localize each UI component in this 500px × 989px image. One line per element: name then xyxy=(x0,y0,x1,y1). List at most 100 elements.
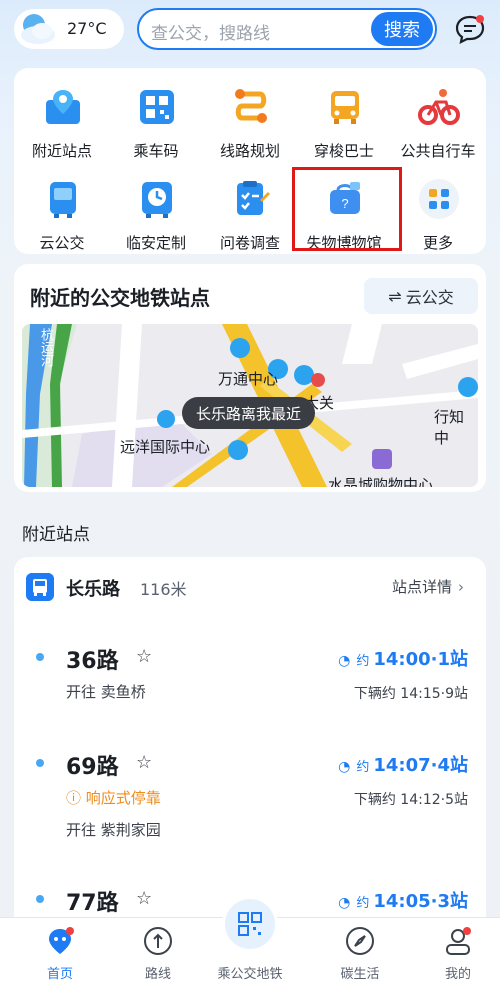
stop-detail-link[interactable]: 站点详情 › xyxy=(392,576,464,597)
route-number: 69路 xyxy=(66,755,119,780)
nearby-stops-icon xyxy=(46,90,80,124)
signal-icon: ◔ xyxy=(338,895,351,911)
star-icon[interactable]: ☆ xyxy=(136,646,152,667)
top-bar: 27°C 查公交，搜路线 搜索 xyxy=(0,0,500,60)
quick-item-label: 更多 xyxy=(422,234,453,252)
route-icon xyxy=(144,927,172,955)
route-dot xyxy=(36,759,44,767)
tab-ride[interactable]: 乘公交地铁 xyxy=(200,896,300,989)
profile-icon xyxy=(446,927,471,955)
info-icon: ⓘ xyxy=(66,789,86,807)
cloud-bus-button-label: 云公交 xyxy=(405,288,454,307)
quick-item-label: 线路规划 xyxy=(219,142,280,160)
stop-distance: 116米 xyxy=(140,580,187,599)
quick-item-ride-code[interactable]: 乘车码 xyxy=(109,76,203,160)
nearby-card-title: 附近的公交地铁站点 xyxy=(30,286,210,310)
cloud-sun-icon xyxy=(21,14,55,44)
route-number: 77路 xyxy=(66,891,119,916)
more-icon xyxy=(419,179,459,219)
route-row[interactable]: 36路 ☆ 开往 卖鱼桥 ◔ 约 14:00·1站 下辆约 14:15·9站 xyxy=(14,635,486,705)
quick-item-custom-bus[interactable]: 临安定制 xyxy=(109,168,203,252)
tab-home[interactable]: 首页 xyxy=(10,918,110,989)
route-next-bus: 下辆约 14:12·5站 xyxy=(353,792,468,808)
route-plan-icon xyxy=(235,89,267,123)
cloud-bus-button[interactable]: ⇌ 云公交 xyxy=(364,278,478,314)
bottom-tab-bar: 首页 路线 乘公交地铁 碳生活 我的 xyxy=(0,896,500,989)
nearby-stations-card: 附近的公交地铁站点 ⇌ 云公交 万通中心 大关 远洋国际中心 行知中 水晶城购物… xyxy=(14,264,486,492)
eta-value: 14:05·3站 xyxy=(373,891,468,912)
search-box[interactable]: 查公交，搜路线 搜索 xyxy=(137,8,437,50)
tab-carbon-life[interactable]: 碳生活 xyxy=(310,918,410,989)
quick-item-label: 公共自行车 xyxy=(400,142,476,160)
quick-actions-card: 附近站点 乘车码 线路规划 穿梭巴士 公共自行车 云公交 临安定制 问卷调查 ?… xyxy=(14,68,486,254)
star-icon[interactable]: ☆ xyxy=(136,888,152,909)
search-input[interactable]: 查公交，搜路线 xyxy=(151,19,270,44)
cloud-bus-icon xyxy=(50,182,76,218)
switch-icon: ⇌ xyxy=(388,286,402,306)
temperature: 27°C xyxy=(67,19,107,38)
quick-item-label: 乘车码 xyxy=(133,142,179,160)
map-label-crystal-mall: 水晶城购物中心 xyxy=(328,476,434,487)
bus-stop-icon xyxy=(26,573,54,601)
quick-item-label: 附近站点 xyxy=(31,142,92,160)
section-label-nearby-stops: 附近站点 xyxy=(22,525,90,545)
tab-label: 我的 xyxy=(444,967,471,982)
route-eta: ◔ 约 14:05·3站 xyxy=(338,887,468,913)
route-eta: ◔ 约 14:07·4站 xyxy=(338,751,468,777)
message-icon[interactable] xyxy=(455,14,485,44)
eta-prefix: 约 xyxy=(356,654,370,669)
stop-name: 长乐路 xyxy=(66,579,120,600)
quick-item-more[interactable]: 更多 xyxy=(391,168,485,252)
highlight-box xyxy=(292,167,402,251)
map-label-xingzhi: 行知中 xyxy=(434,408,465,447)
quick-item-route-plan[interactable]: 线路规划 xyxy=(203,76,297,160)
responsive-stop-label: 响应式停靠 xyxy=(85,789,161,807)
eta-prefix: 约 xyxy=(356,896,370,911)
star-icon[interactable]: ☆ xyxy=(136,752,152,773)
quick-item-nearby-stops[interactable]: 附近站点 xyxy=(15,76,109,160)
route-destination: 开往 紫荆家园 xyxy=(66,821,161,839)
eta-value: 14:00·1站 xyxy=(373,649,468,670)
ride-bubble xyxy=(222,896,278,952)
route-next-bus: 下辆约 14:15·9站 xyxy=(353,686,468,702)
survey-icon xyxy=(237,181,270,215)
eta-prefix: 约 xyxy=(356,760,370,775)
eta-value: 14:07·4站 xyxy=(373,755,468,776)
qr-code-icon xyxy=(238,912,262,936)
route-eta: ◔ 约 14:00·1站 xyxy=(338,645,468,671)
nearby-map[interactable]: 万通中心 大关 远洋国际中心 行知中 水晶城购物中心 杭运河 长乐路离我最近 xyxy=(22,324,478,487)
compass-icon xyxy=(346,927,374,955)
responsive-stop-badge: ⓘ 响应式停靠 xyxy=(66,787,161,808)
tab-label: 首页 xyxy=(46,967,73,982)
weather-widget[interactable]: 27°C xyxy=(14,9,124,49)
chevron-right-icon: › xyxy=(458,578,464,596)
signal-icon: ◔ xyxy=(338,653,351,669)
map-label-yuanyang: 远洋国际中心 xyxy=(120,438,211,456)
stop-header[interactable]: 长乐路 116米 站点详情 › xyxy=(14,557,486,617)
route-dot xyxy=(36,653,44,661)
custom-bus-icon xyxy=(142,182,172,218)
quick-item-shuttle-bus[interactable]: 穿梭巴士 xyxy=(297,76,391,160)
tab-profile[interactable]: 我的 xyxy=(408,918,500,989)
home-icon xyxy=(49,927,74,954)
shuttle-bus-icon xyxy=(331,91,359,124)
qr-ride-code-icon xyxy=(140,90,174,124)
tab-label: 乘公交地铁 xyxy=(217,967,283,982)
route-row[interactable]: 69路 ☆ ⓘ 响应式停靠 开往 紫荆家园 ◔ 约 14:07·4站 下辆约 14:… xyxy=(14,741,486,841)
quick-item-cloud-bus[interactable]: 云公交 xyxy=(15,168,109,252)
quick-item-bicycle[interactable]: 公共自行车 xyxy=(391,76,485,160)
map-label-wantong: 万通中心 xyxy=(218,370,279,388)
signal-icon: ◔ xyxy=(338,759,351,775)
map-label-canal: 杭运河 xyxy=(38,328,53,367)
quick-item-survey[interactable]: 问卷调查 xyxy=(203,168,297,252)
bicycle-icon xyxy=(418,89,460,125)
quick-item-label: 云公交 xyxy=(39,234,85,252)
search-button[interactable]: 搜索 xyxy=(371,12,433,46)
route-dot xyxy=(36,895,44,903)
tab-label: 路线 xyxy=(144,967,171,982)
quick-item-label: 临安定制 xyxy=(125,234,186,252)
tab-route[interactable]: 路线 xyxy=(108,918,208,989)
quick-item-label: 穿梭巴士 xyxy=(313,142,374,160)
map-tooltip: 长乐路离我最近 xyxy=(182,397,316,429)
tab-label: 碳生活 xyxy=(340,967,380,982)
